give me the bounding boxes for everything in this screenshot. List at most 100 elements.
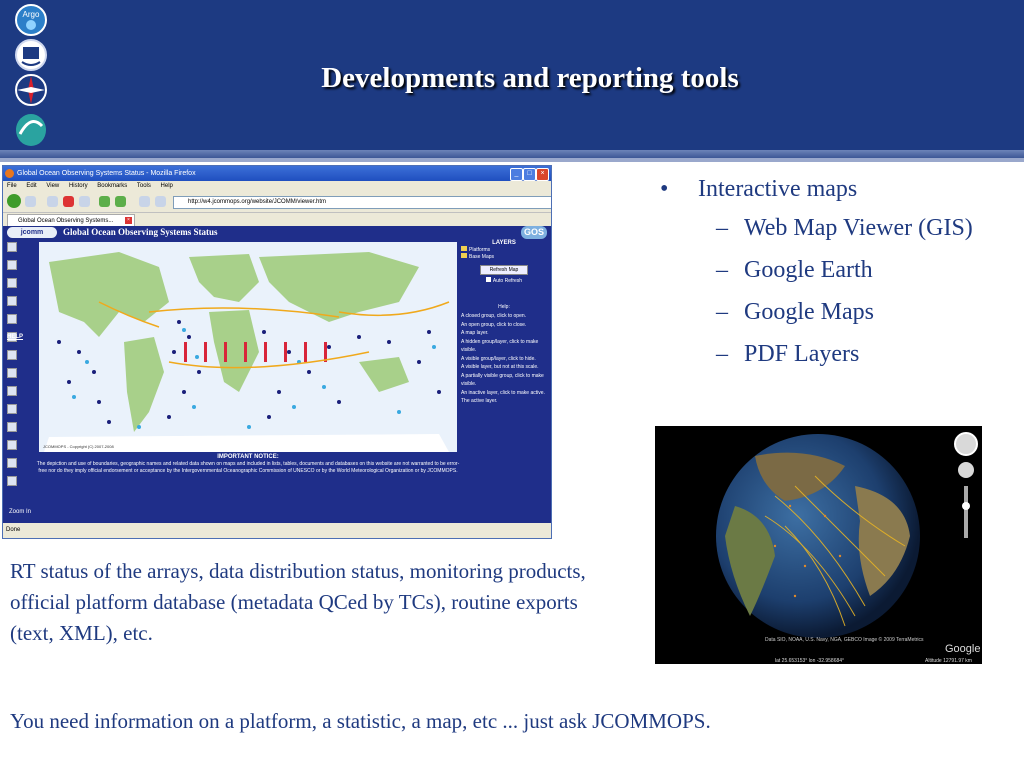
layers-panel: LAYERS Platforms Base Maps Refresh Map A… bbox=[461, 240, 547, 406]
browser-window: Global Ocean Observing Systems Status - … bbox=[2, 165, 552, 539]
help-item: An inactive layer, click to make active. bbox=[461, 389, 545, 396]
bullet-sub: – Google Maps bbox=[660, 295, 1020, 329]
minimize-icon[interactable]: _ bbox=[510, 168, 523, 181]
bullet-main: • Interactive maps bbox=[660, 176, 1020, 203]
find-tool-icon[interactable] bbox=[7, 350, 17, 360]
help-item: A visible layer, but not at this scale. bbox=[461, 364, 539, 370]
menu-view[interactable]: View bbox=[46, 183, 59, 189]
bullet-sub: – PDF Layers bbox=[660, 337, 1020, 371]
window-titlebar: Global Ocean Observing Systems Status - … bbox=[3, 166, 551, 181]
menu-help[interactable]: Help bbox=[161, 183, 173, 189]
slide-title: Developments and reporting tools bbox=[321, 62, 739, 94]
print-tool-icon[interactable] bbox=[7, 440, 17, 450]
world-platform-map[interactable]: JCOMMOPS - Copyright (C) 2007-2008 bbox=[39, 242, 457, 452]
jcommops-viewer-logo: jcomm bbox=[7, 227, 57, 238]
bullet-sub: – Web Map Viewer (GIS) bbox=[660, 211, 1020, 245]
navigation-ring-icon[interactable] bbox=[954, 432, 978, 456]
auto-refresh-checkbox[interactable]: Auto Refresh bbox=[461, 277, 547, 284]
window-title: Global Ocean Observing Systems Status - … bbox=[17, 170, 196, 177]
argo-logo-text: Argo bbox=[23, 10, 40, 19]
binoculars-tool-icon[interactable] bbox=[7, 386, 17, 396]
notice-text: The depiction and use of boundaries, geo… bbox=[36, 461, 460, 474]
identify-tool-icon[interactable] bbox=[7, 314, 17, 324]
bullet-list: • Interactive maps – Web Map Viewer (GIS) … bbox=[660, 176, 1020, 379]
header-stripe-light bbox=[0, 158, 1024, 162]
menu-file[interactable]: File bbox=[7, 183, 17, 189]
look-around-icon[interactable] bbox=[958, 462, 974, 478]
menu-history[interactable]: History bbox=[69, 183, 88, 189]
layer-label: Base Maps bbox=[469, 254, 495, 260]
earth-attribution: Data SIO, NOAA, U.S. Navy, NGA, GEBCO Im… bbox=[765, 636, 924, 643]
new-tab-icon[interactable] bbox=[115, 196, 126, 207]
bullet-sub-text: PDF Layers bbox=[744, 341, 860, 367]
firefox-icon bbox=[5, 169, 14, 178]
reload-icon[interactable] bbox=[47, 196, 58, 207]
maximize-icon[interactable]: □ bbox=[523, 168, 536, 181]
legend-tool-icon[interactable] bbox=[7, 476, 17, 486]
navigation-toolbar: http://w4.jcommops.org/website/JCOMM/vie… bbox=[3, 192, 551, 213]
web-map-viewer: jcomm Global Ocean Observing Systems Sta… bbox=[3, 226, 551, 523]
layer-item-platforms[interactable]: Platforms bbox=[461, 246, 547, 253]
back-icon[interactable] bbox=[7, 194, 21, 208]
menu-bar: File Edit View History Bookmarks Tools H… bbox=[3, 181, 551, 192]
bullet-sub-text: Web Map Viewer (GIS) bbox=[744, 215, 973, 241]
home-icon[interactable] bbox=[79, 196, 90, 207]
bullet-dash-icon: – bbox=[716, 215, 728, 241]
menu-bookmarks[interactable]: Bookmarks bbox=[97, 183, 127, 189]
add-bookmark-icon[interactable] bbox=[99, 196, 110, 207]
earth-globe: Data SIO, NOAA, U.S. Navy, NGA, GEBCO Im… bbox=[716, 432, 980, 664]
help-item: A hidden group/layer, click to make visi… bbox=[461, 338, 539, 354]
zoom-slider[interactable] bbox=[964, 486, 968, 538]
zoom-in-tool-icon[interactable] bbox=[7, 242, 17, 252]
argo-logo: Argo bbox=[15, 4, 47, 36]
zoom-in-label: Zoom In bbox=[9, 509, 32, 515]
notice-title: IMPORTANT NOTICE: bbox=[217, 454, 279, 460]
footer-text: You need information on a platform, a st… bbox=[10, 709, 711, 733]
select-tool-icon[interactable] bbox=[7, 422, 17, 432]
help-item: A visible group/layer, click to hide. bbox=[461, 355, 536, 362]
menu-edit[interactable]: Edit bbox=[26, 183, 36, 189]
hand-tool-icon[interactable] bbox=[7, 368, 17, 378]
menu-tools[interactable]: Tools bbox=[137, 183, 151, 189]
downloads-icon[interactable] bbox=[155, 196, 166, 207]
bullet-sub: – Google Earth bbox=[660, 253, 1020, 287]
zoom-out-tool-icon[interactable] bbox=[7, 260, 17, 270]
forward-icon[interactable] bbox=[25, 196, 36, 207]
layer-item-base-maps[interactable]: Base Maps bbox=[461, 253, 547, 260]
url-input[interactable]: http://w4.jcommops.org/website/JCOMM/vie… bbox=[173, 196, 551, 209]
help-list: A closed group, click to open. An open g… bbox=[461, 312, 547, 406]
help-link[interactable]: HELP bbox=[7, 334, 23, 340]
bullet-sub-text: Google Earth bbox=[744, 257, 873, 283]
caption-text: RT status of the arrays, data distributi… bbox=[10, 559, 586, 645]
help-header: Help: bbox=[498, 304, 510, 310]
map-copyright: JCOMMOPS - Copyright (C) 2007-2008 bbox=[43, 444, 114, 449]
status-text: Done bbox=[6, 527, 21, 533]
auto-refresh-label: Auto Refresh bbox=[492, 278, 523, 284]
refresh-map-button[interactable]: Refresh Map bbox=[480, 265, 528, 275]
google-logo: Google bbox=[945, 643, 980, 655]
zoom-slider-handle[interactable] bbox=[962, 502, 970, 510]
help-item: The active layer. bbox=[461, 398, 498, 404]
earth-altitude: Altitude 12791.97 km bbox=[925, 658, 972, 664]
url-text: http://w4.jcommops.org/website/JCOMM/vie… bbox=[188, 199, 327, 205]
viewer-header: jcomm Global Ocean Observing Systems Sta… bbox=[3, 226, 551, 239]
pan-tool-icon[interactable] bbox=[7, 278, 17, 288]
tab-bar: Global Ocean Observing Systems... × bbox=[3, 213, 551, 228]
google-earth-view[interactable]: Data SIO, NOAA, U.S. Navy, NGA, GEBCO Im… bbox=[655, 426, 982, 664]
help-item: A partially visible group, click to make… bbox=[461, 372, 544, 388]
tab-close-icon[interactable]: × bbox=[125, 217, 132, 224]
folder-icon bbox=[461, 253, 467, 258]
gos-logo: GOS bbox=[520, 226, 547, 239]
hyperlink-tool-icon[interactable] bbox=[7, 404, 17, 414]
full-extent-tool-icon[interactable] bbox=[7, 296, 17, 306]
viewer-title: Global Ocean Observing Systems Status bbox=[63, 227, 218, 237]
close-icon[interactable]: × bbox=[536, 168, 549, 181]
history-icon[interactable] bbox=[139, 196, 150, 207]
stop-icon[interactable] bbox=[63, 196, 74, 207]
bullet-sub-text: Google Maps bbox=[744, 299, 874, 325]
bullet-dash-icon: – bbox=[716, 299, 728, 325]
status-bar: Done bbox=[3, 523, 551, 538]
checkbox-icon bbox=[485, 277, 491, 282]
clear-tool-icon[interactable] bbox=[7, 458, 17, 468]
folder-icon bbox=[461, 246, 467, 251]
